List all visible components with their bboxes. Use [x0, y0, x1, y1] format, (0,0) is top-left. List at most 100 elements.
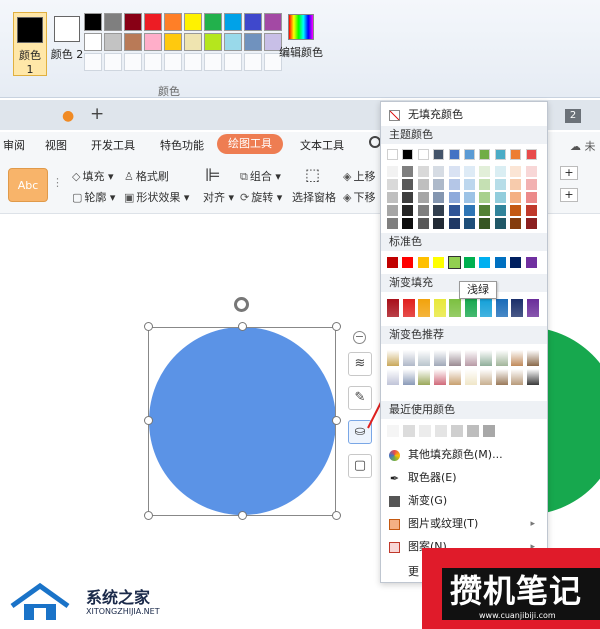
theme-shade-swatch[interactable]	[402, 205, 414, 216]
gradient-recommend-swatch[interactable]	[495, 369, 508, 385]
theme-shade-swatch[interactable]	[387, 205, 398, 216]
gradient-recommend-swatch[interactable]	[449, 350, 461, 366]
palette-empty-slot[interactable]	[124, 53, 142, 71]
theme-shade-swatch[interactable]	[510, 179, 522, 190]
resize-handle-e[interactable]	[332, 416, 341, 425]
light-green-swatch[interactable]	[447, 256, 461, 269]
palette-swatch[interactable]	[84, 13, 102, 31]
theme-shade-swatch[interactable]	[417, 179, 429, 190]
gradient-fill-swatch[interactable]	[511, 299, 523, 317]
standard-color-swatch[interactable]	[525, 257, 537, 268]
theme-shade-swatch[interactable]	[433, 205, 445, 216]
more-fill-colors-option[interactable]: 其他填充颜色(M)...	[389, 444, 503, 466]
theme-shade-swatch[interactable]	[448, 205, 460, 216]
gradient-recommend-swatch[interactable]	[402, 369, 415, 385]
palette-swatch[interactable]	[104, 13, 122, 31]
palette-swatch[interactable]	[124, 13, 142, 31]
theme-shade-swatch[interactable]	[387, 179, 398, 190]
no-fill-option[interactable]: 无填充颜色	[381, 104, 547, 126]
gradient-recommend-swatch[interactable]	[418, 369, 430, 385]
gradient-recommend-swatch[interactable]	[526, 369, 539, 385]
resize-handle-s[interactable]	[238, 511, 247, 520]
shape-effects-button[interactable]: ▣ 形状效果 ▾	[124, 189, 189, 205]
gradient-option[interactable]: 渐变(G)	[389, 490, 447, 512]
theme-color-swatch[interactable]	[510, 149, 522, 160]
theme-shade-swatch[interactable]	[417, 192, 429, 203]
palette-swatch[interactable]	[124, 33, 142, 51]
resize-handle-se[interactable]	[332, 511, 341, 520]
gradient-recommend-swatch[interactable]	[480, 350, 492, 366]
theme-shade-swatch[interactable]	[448, 166, 460, 177]
recent-color-swatch[interactable]	[451, 425, 463, 437]
palette-empty-slot[interactable]	[104, 53, 122, 71]
width-stepper[interactable]: +	[560, 188, 578, 202]
theme-shade-swatch[interactable]	[417, 166, 429, 177]
gradient-fill-swatch[interactable]	[433, 299, 446, 317]
standard-color-swatch[interactable]	[387, 257, 398, 268]
theme-color-swatch[interactable]	[479, 149, 491, 160]
gradient-fill-swatch[interactable]	[526, 299, 539, 317]
gradient-recommend-swatch[interactable]	[511, 350, 523, 366]
theme-shade-swatch[interactable]	[448, 192, 460, 203]
theme-color-swatch[interactable]	[494, 149, 506, 160]
theme-shade-swatch[interactable]	[402, 179, 414, 190]
gradient-recommend-swatch[interactable]	[387, 369, 399, 385]
standard-color-swatch[interactable]	[494, 257, 506, 268]
gradient-recommend-swatch[interactable]	[418, 350, 430, 366]
theme-color-swatch[interactable]	[387, 149, 398, 160]
theme-shade-swatch[interactable]	[448, 179, 460, 190]
layers-icon[interactable]: ≋	[348, 352, 372, 376]
gradient-recommend-swatch[interactable]	[511, 369, 523, 385]
shape-style-preset[interactable]: Abc	[8, 168, 48, 202]
theme-shade-swatch[interactable]	[433, 218, 445, 229]
theme-shade-swatch[interactable]	[510, 205, 522, 216]
standard-color-swatch[interactable]	[479, 257, 491, 268]
theme-shade-swatch[interactable]	[525, 192, 537, 203]
gradient-fill-swatch[interactable]	[480, 299, 492, 317]
palette-swatch[interactable]	[224, 33, 242, 51]
theme-shade-swatch[interactable]	[510, 192, 522, 203]
gradient-recommend-swatch[interactable]	[387, 350, 399, 366]
picture-texture-option[interactable]: 图片或纹理(T) ▸	[389, 513, 541, 535]
theme-shade-swatch[interactable]	[494, 218, 506, 229]
cloud-sync-status[interactable]: ☁ 未	[570, 138, 596, 154]
theme-shade-swatch[interactable]	[417, 205, 429, 216]
send-backward-button[interactable]: ◈ 下移	[343, 189, 375, 205]
theme-shade-swatch[interactable]	[433, 192, 445, 203]
palette-swatch[interactable]	[84, 33, 102, 51]
palette-swatch[interactable]	[184, 33, 202, 51]
theme-shade-swatch[interactable]	[463, 179, 475, 190]
group-button[interactable]: ⧉ 组合 ▾	[240, 168, 281, 184]
theme-color-swatch[interactable]	[448, 149, 460, 160]
theme-color-swatch[interactable]	[417, 149, 429, 160]
resize-handle-nw[interactable]	[144, 322, 153, 331]
menu-developer[interactable]: 开发工具	[91, 137, 135, 153]
theme-shade-swatch[interactable]	[417, 218, 429, 229]
collapse-icon[interactable]: −	[353, 331, 366, 344]
theme-shade-swatch[interactable]	[494, 166, 506, 177]
color2-button[interactable]: 颜色 2	[50, 12, 84, 76]
palette-swatch[interactable]	[204, 33, 222, 51]
theme-shade-swatch[interactable]	[479, 218, 491, 229]
theme-shade-swatch[interactable]	[479, 192, 491, 203]
standard-color-swatch[interactable]	[433, 257, 445, 268]
menu-text-tools[interactable]: 文本工具	[300, 137, 344, 153]
theme-shade-swatch[interactable]	[494, 192, 506, 203]
palette-swatch[interactable]	[144, 33, 162, 51]
theme-shade-swatch[interactable]	[494, 205, 506, 216]
theme-shade-swatch[interactable]	[479, 205, 491, 216]
format-painter-button[interactable]: ♙ 格式刷	[124, 168, 169, 184]
resize-handle-ne[interactable]	[332, 322, 341, 331]
palette-swatch[interactable]	[164, 33, 182, 51]
theme-color-swatch[interactable]	[463, 149, 475, 160]
resize-handle-w[interactable]	[144, 416, 153, 425]
theme-shade-swatch[interactable]	[525, 166, 537, 177]
gradient-recommend-swatch[interactable]	[480, 369, 492, 385]
theme-color-swatch[interactable]	[525, 149, 537, 160]
recent-color-swatch[interactable]	[435, 425, 447, 437]
theme-shade-swatch[interactable]	[525, 179, 537, 190]
recent-color-swatch[interactable]	[403, 425, 415, 437]
standard-color-swatch[interactable]	[417, 257, 429, 268]
outline-button[interactable]: ▢ 轮廓 ▾	[72, 189, 115, 205]
theme-shade-swatch[interactable]	[463, 166, 475, 177]
